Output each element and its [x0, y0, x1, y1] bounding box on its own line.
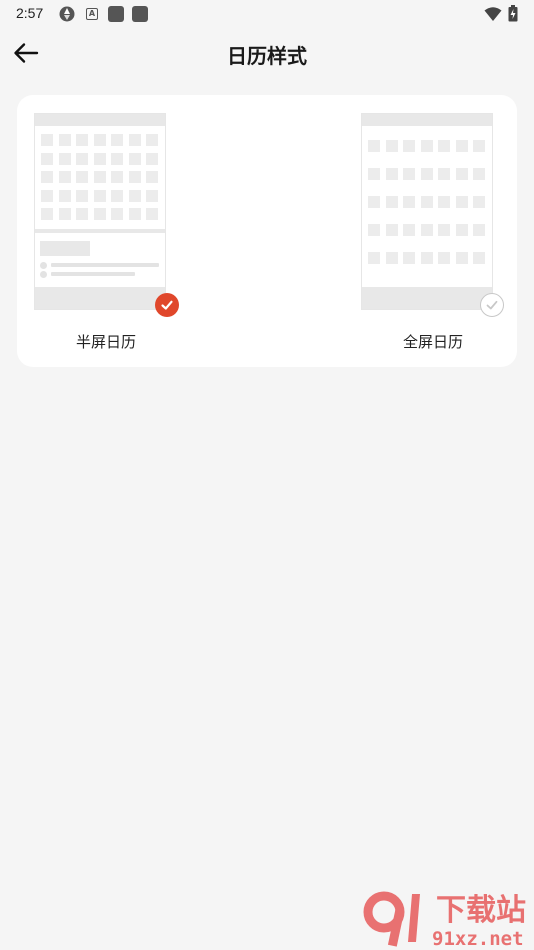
- preview-line: [51, 272, 135, 276]
- option-full-screen-calendar[interactable]: 全屏日历: [347, 95, 517, 367]
- watermark-domain: 91xz.net: [432, 928, 524, 950]
- status-bar: 2:57 A: [0, 0, 534, 28]
- preview-top-bar: [35, 114, 165, 126]
- top-app-bar: 日历样式: [0, 28, 534, 78]
- page-title: 日历样式: [227, 44, 307, 68]
- option-label: 全屏日历: [403, 333, 464, 351]
- preview-top-bar: [362, 114, 492, 126]
- preview-bottom-bar: [362, 287, 492, 309]
- full-screen-preview: [361, 113, 493, 310]
- a-badge-icon: A: [86, 8, 98, 20]
- preview-label-bar: [40, 241, 90, 256]
- aperture-icon: [58, 5, 76, 27]
- preview-dot: [40, 271, 47, 278]
- preview-divider: [35, 229, 165, 233]
- unselected-check-icon[interactable]: [480, 293, 504, 317]
- preview-dot: [40, 262, 47, 269]
- app-square-icon: [108, 6, 124, 22]
- calendar-style-card: 半屏日历 全屏日历: [17, 95, 517, 367]
- status-time: 2:57: [16, 5, 44, 21]
- half-screen-preview: [34, 113, 166, 310]
- app-square-icon: [132, 6, 148, 22]
- watermark-brand: 下载站: [436, 893, 526, 928]
- preview-line: [51, 263, 159, 267]
- preview-date-grid: [41, 134, 158, 220]
- preview-date-grid: [368, 140, 485, 264]
- wifi-icon: [484, 6, 502, 26]
- selected-check-icon[interactable]: [155, 293, 179, 317]
- option-label: 半屏日历: [76, 333, 137, 351]
- preview-bottom-bar: [35, 287, 165, 309]
- watermark-logo: 下载站 91xz.net: [362, 886, 534, 950]
- option-half-screen-calendar[interactable]: 半屏日历: [17, 95, 207, 367]
- battery-icon: [508, 5, 518, 26]
